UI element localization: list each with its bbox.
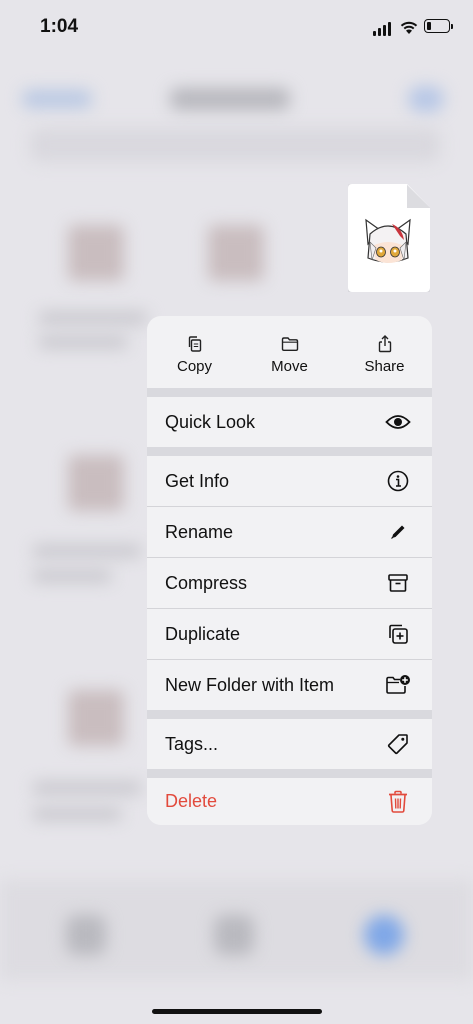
duplicate-label: Duplicate — [165, 623, 241, 644]
quick-look-item[interactable]: Quick Look — [147, 397, 432, 447]
top-action-bar: Copy Move Share — [147, 316, 432, 388]
info-icon — [385, 468, 411, 494]
blurred-file-tile — [68, 690, 124, 746]
share-label: Share — [364, 358, 405, 375]
menu-section-separator — [147, 447, 432, 456]
menu-section-separator — [147, 388, 432, 397]
get-info-label: Get Info — [165, 470, 230, 491]
move-button[interactable]: Move — [242, 316, 337, 388]
get-info-item[interactable]: Get Info — [147, 456, 432, 506]
anime-character-thumbnail-icon — [365, 218, 411, 263]
blurred-file-label — [32, 570, 112, 582]
duplicate-icon — [385, 621, 411, 647]
blurred-file-tile — [208, 225, 264, 281]
blurred-tab-browse — [364, 915, 404, 955]
menu-section-separator — [147, 769, 432, 778]
blurred-file-label — [38, 336, 128, 348]
new-folder-with-item-item[interactable]: New Folder with Item — [147, 660, 432, 710]
blurred-nav-action — [408, 86, 444, 112]
share-icon — [378, 335, 391, 353]
blurred-file-label — [38, 312, 148, 324]
blurred-file-label — [32, 808, 122, 820]
battery-level — [427, 22, 431, 30]
delete-item[interactable]: Delete — [147, 778, 432, 825]
blurred-tab-recents — [66, 915, 106, 955]
rename-label: Rename — [165, 521, 234, 542]
compress-label: Compress — [165, 572, 248, 593]
eye-icon — [385, 409, 411, 435]
share-button[interactable]: Share — [337, 316, 432, 388]
move-label: Move — [271, 358, 308, 375]
blurred-search-bar — [30, 128, 440, 162]
wifi-icon — [400, 21, 418, 34]
blurred-back-button — [22, 90, 92, 108]
pencil-icon — [385, 519, 411, 545]
tags-item[interactable]: Tags... — [147, 719, 432, 769]
blurred-file-tile — [68, 455, 124, 511]
menu-section-separator — [147, 710, 432, 719]
copy-button[interactable]: Copy — [147, 316, 242, 388]
folder-icon — [281, 337, 298, 351]
tags-label: Tags... — [165, 733, 219, 754]
copy-icon — [188, 336, 201, 352]
battery-icon — [424, 19, 453, 33]
blurred-file-label — [32, 782, 142, 794]
new-folder-with-item-label: New Folder with Item — [165, 674, 335, 695]
blurred-tab-shared — [214, 915, 254, 955]
tag-icon — [385, 731, 411, 757]
home-indicator[interactable] — [152, 1009, 322, 1014]
blurred-file-label — [32, 545, 142, 557]
context-menu: Copy Move Share Quick Look Get Info Rena… — [147, 316, 432, 825]
copy-label: Copy — [176, 358, 213, 375]
quick-look-label: Quick Look — [165, 411, 256, 432]
archive-box-icon — [385, 570, 411, 596]
duplicate-item[interactable]: Duplicate — [147, 609, 432, 659]
cellular-signal-icon — [373, 22, 391, 36]
file-corner-fold — [407, 184, 430, 208]
compress-item[interactable]: Compress — [147, 558, 432, 608]
blurred-nav-title — [170, 88, 290, 110]
rename-item[interactable]: Rename — [147, 507, 432, 557]
delete-label: Delete — [165, 791, 218, 811]
status-time: 1:04 — [40, 16, 79, 37]
folder-add-icon — [385, 672, 411, 698]
blurred-file-tile — [68, 225, 124, 281]
trash-icon — [385, 789, 411, 815]
status-bar: 1:04 — [0, 0, 473, 56]
